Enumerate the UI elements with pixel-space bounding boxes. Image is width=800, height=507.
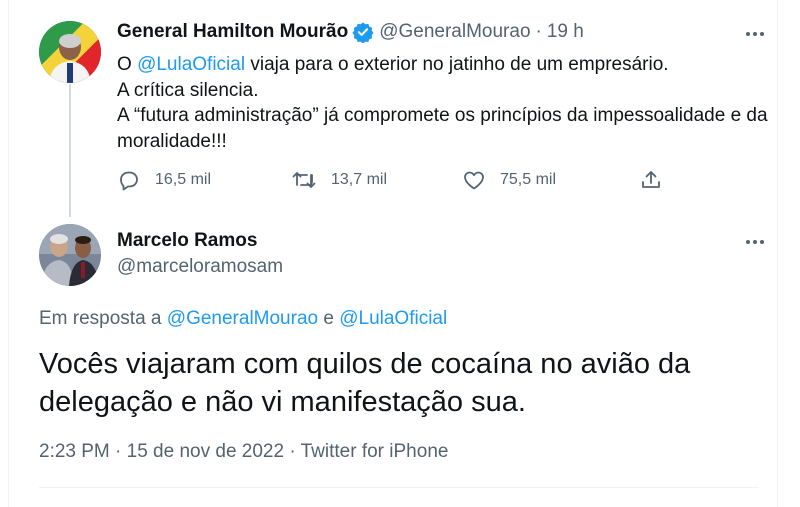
verified-badge-icon — [352, 21, 374, 44]
reply-prefix: Em resposta a — [39, 308, 167, 329]
tweet1-line3: A “futura administração” já compromete o… — [117, 105, 768, 152]
tweet1-header: General Hamilton Mourão @GeneralMourao ·… — [117, 21, 584, 44]
tweet1-author-name[interactable]: General Hamilton Mourão — [117, 21, 348, 43]
tweet1-line2: A crítica silencia. — [117, 79, 259, 101]
like-icon — [464, 171, 484, 190]
more-icon[interactable] — [743, 232, 767, 252]
tweet-thread: General Hamilton Mourão @GeneralMourao ·… — [8, 0, 778, 507]
share-icon — [642, 171, 660, 188]
reply-count: 16,5 mil — [155, 171, 212, 188]
tweet1-actions: 16,5 mil 13,7 mil 75,5 mil — [117, 168, 672, 196]
reply-button[interactable]: 16,5 mil — [117, 168, 211, 192]
thread-connector-line — [69, 84, 71, 217]
share-button[interactable] — [639, 168, 663, 192]
avatar-marcelo-ramos[interactable] — [39, 224, 101, 286]
tweet1-line1-suffix: viaja para o exterior no jatinho de um e… — [245, 54, 669, 75]
reply-context: Em resposta a @GeneralMourao e @LulaOfic… — [39, 308, 447, 330]
divider — [39, 487, 759, 488]
tweet1-time[interactable]: 19 h — [547, 21, 584, 43]
reply-joiner: e — [318, 308, 340, 329]
tweet2-meta[interactable]: 2:23 PM · 15 de nov de 2022 · Twitter fo… — [39, 441, 448, 463]
mention-lulaoficial-reply[interactable]: @LulaOficial — [339, 308, 447, 329]
retweet-button[interactable]: 13,7 mil — [291, 168, 387, 192]
tweet2-text: Vocês viajaram com quilos de cocaína no … — [39, 348, 691, 418]
like-button[interactable]: 75,5 mil — [462, 168, 556, 192]
more-icon[interactable] — [743, 24, 767, 44]
tweet1-handle[interactable]: @GeneralMourao — [379, 21, 530, 43]
avatar-general-mourao[interactable] — [39, 21, 101, 83]
like-count: 75,5 mil — [500, 171, 557, 188]
tweet1-text: O @LulaOficial viaja para o exterior no … — [117, 52, 777, 154]
reply-icon — [120, 171, 138, 191]
mention-lulaoficial[interactable]: @LulaOficial — [137, 54, 245, 75]
tweet1-separator: · — [535, 21, 542, 42]
tweet2-handle[interactable]: @marceloramosam — [117, 256, 283, 278]
mention-generalmourao[interactable]: @GeneralMourao — [167, 308, 318, 329]
tweet2-author-name[interactable]: Marcelo Ramos — [117, 230, 257, 252]
tweet1-line1-prefix: O — [117, 54, 138, 75]
retweet-count: 13,7 mil — [331, 171, 388, 188]
retweet-icon — [292, 172, 316, 188]
